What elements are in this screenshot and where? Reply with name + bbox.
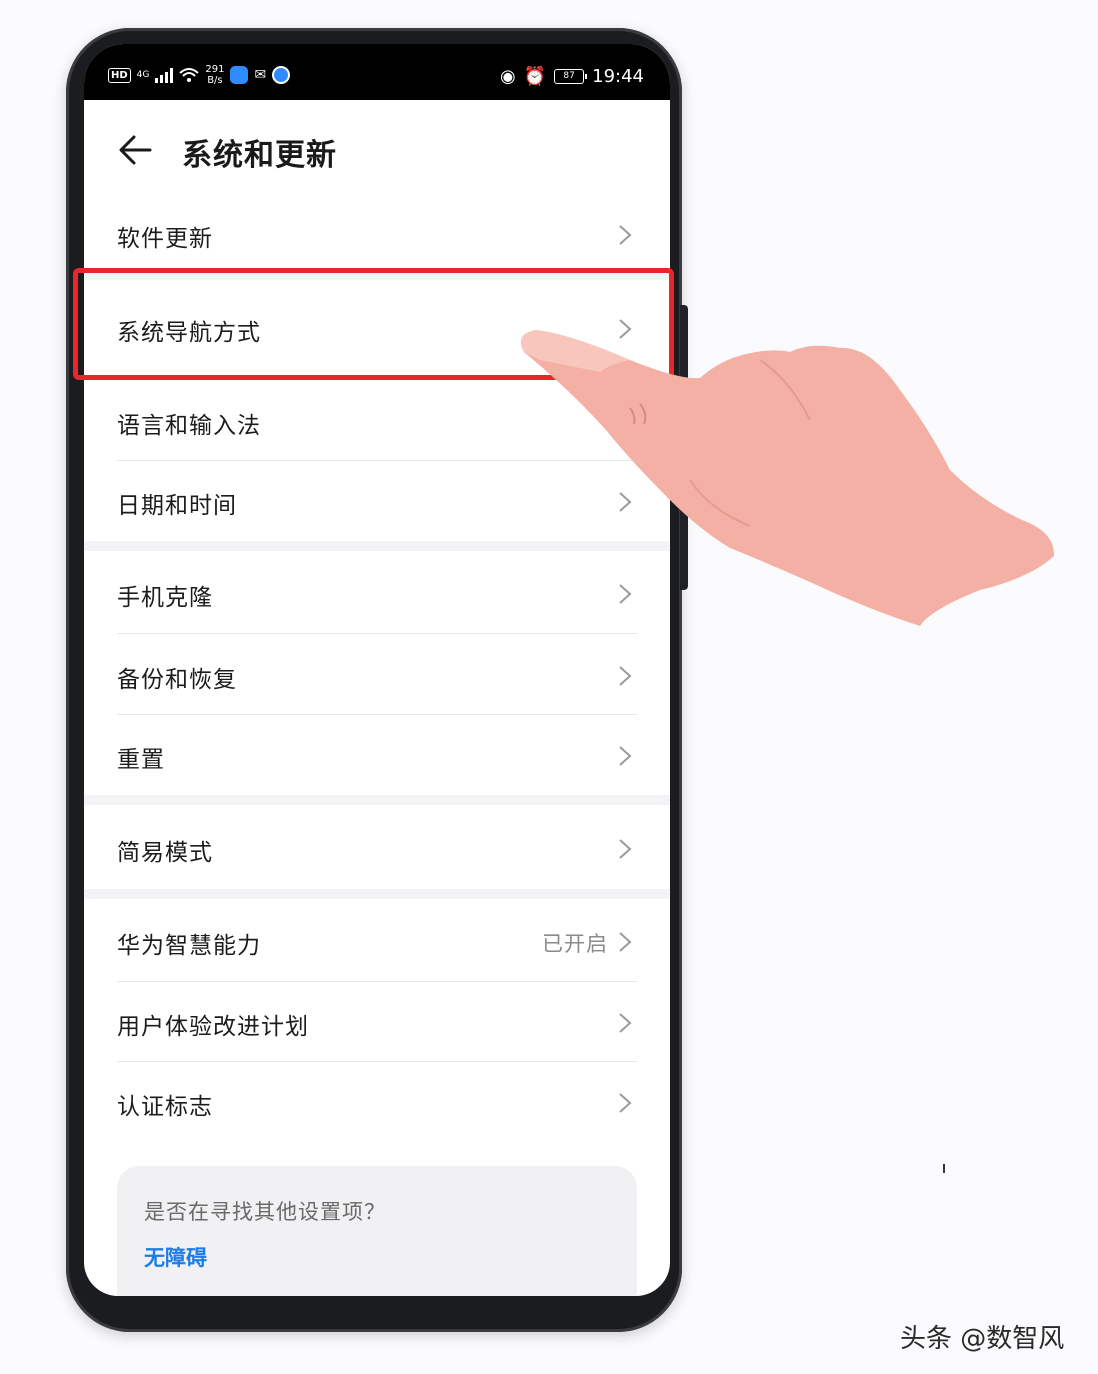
- menu-item-label: 重置: [117, 747, 165, 773]
- wifi-icon: [179, 68, 200, 82]
- chevron-right-icon: [619, 1013, 632, 1033]
- back-arrow-icon[interactable]: [116, 130, 156, 170]
- menu-item-certification[interactable]: 认证标志: [84, 1062, 670, 1142]
- alarm-icon: ⏰: [523, 66, 547, 87]
- chevron-right-icon: [619, 839, 632, 859]
- section-gap: [84, 889, 670, 899]
- menu-item-label: 语言和输入法: [117, 413, 261, 439]
- chevron-right-icon: [619, 746, 632, 766]
- menu-item-software-update[interactable]: 软件更新: [84, 200, 670, 270]
- menu-item-label: 简易模式: [117, 840, 213, 866]
- signal-icon: [155, 67, 174, 83]
- chevron-right-icon: [619, 1093, 632, 1113]
- accessibility-link[interactable]: 无障碍: [144, 1242, 207, 1272]
- suggestion-card: 是否在寻找其他设置项？ 无障碍: [117, 1166, 637, 1296]
- app-notification-icon-2: [272, 66, 291, 84]
- battery-icon: 87: [554, 69, 588, 84]
- menu-item-label: 日期和时间: [117, 493, 237, 519]
- eye-comfort-icon: ◉: [499, 66, 516, 87]
- menu-item-label: 认证标志: [117, 1094, 213, 1120]
- menu-item-huawei-intelligence[interactable]: 华为智慧能力 已开启: [84, 899, 670, 981]
- page-title: 系统和更新: [182, 138, 337, 173]
- menu-item-value: 已开启: [542, 932, 608, 956]
- network-speed: 291 B/s: [205, 64, 225, 86]
- hd-badge: HD: [108, 67, 131, 83]
- menu-item-reset[interactable]: 重置: [84, 715, 670, 795]
- page-header: 系统和更新: [84, 100, 670, 200]
- menu-item-simple-mode[interactable]: 简易模式: [84, 805, 670, 889]
- chevron-right-icon: [619, 225, 632, 245]
- menu-item-label: 用户体验改进计划: [117, 1014, 309, 1040]
- status-bar: HD 4G 291 B/s ✉ ◉ ⏰ 87 19:44: [84, 44, 670, 100]
- menu-item-label: 软件更新: [117, 226, 213, 252]
- app-notification-icon: [230, 66, 249, 84]
- suggestion-question: 是否在寻找其他设置项？: [144, 1200, 386, 1224]
- section-gap: [84, 795, 670, 805]
- watermark: 头条 @数智风: [900, 1324, 1065, 1354]
- stray-mark: [943, 1164, 945, 1173]
- network-type: 4G: [136, 70, 150, 80]
- menu-item-backup-restore[interactable]: 备份和恢复: [84, 634, 670, 714]
- phone-screen: HD 4G 291 B/s ✉ ◉ ⏰ 87 19:44 系统和更新 软件更新 系…: [84, 44, 670, 1296]
- menu-item-label: 华为智慧能力: [117, 933, 261, 959]
- chevron-right-icon: [619, 932, 632, 952]
- menu-item-label: 手机克隆: [117, 585, 213, 611]
- time: 19:44: [592, 66, 644, 87]
- menu-item-user-experience[interactable]: 用户体验改进计划: [84, 982, 670, 1062]
- pointing-hand-icon: [520, 330, 1055, 626]
- menu-item-label: 备份和恢复: [117, 667, 237, 693]
- chevron-right-icon: [619, 666, 632, 686]
- mail-icon: ✉: [254, 67, 267, 83]
